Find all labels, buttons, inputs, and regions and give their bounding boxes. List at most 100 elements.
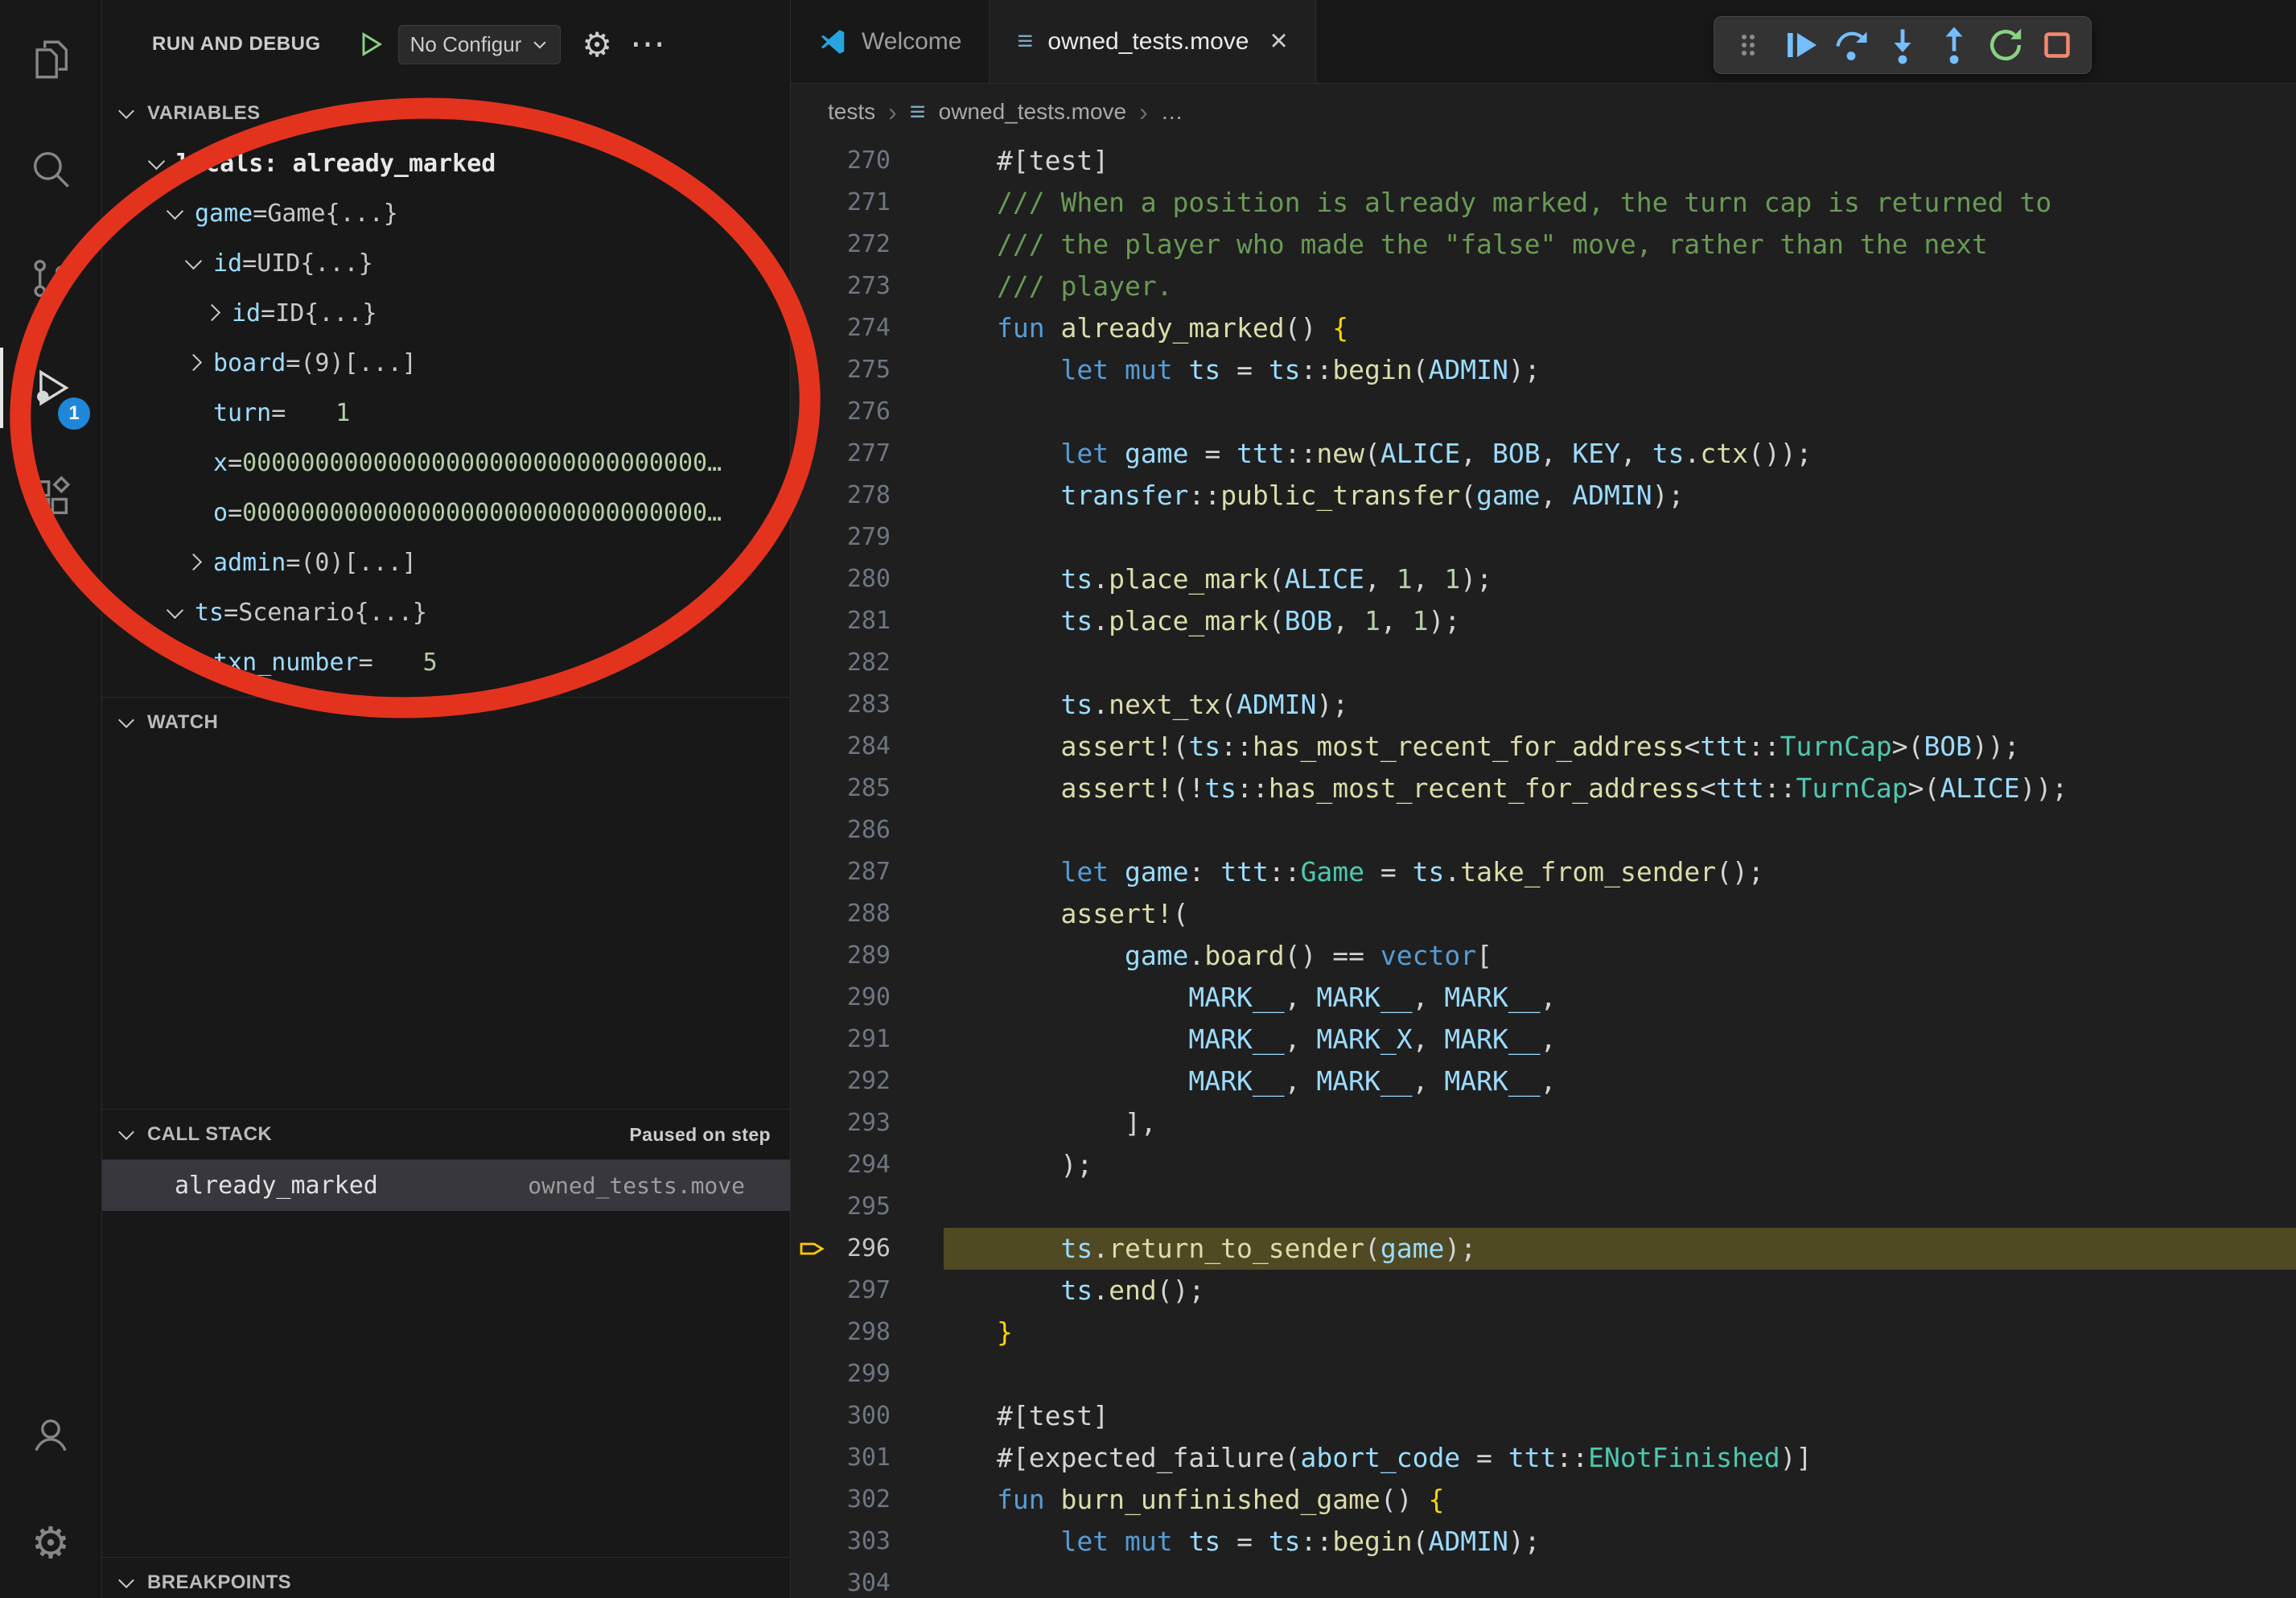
continue-button[interactable] [1777,23,1822,68]
line-number[interactable]: 271 [826,182,891,224]
variable-row[interactable]: turn = 1 [102,388,790,438]
code-text[interactable]: ts.end(); [944,1270,2296,1312]
chevron-down-icon[interactable] [159,595,195,630]
breakpoint-margin[interactable] [799,977,826,1019]
gutter[interactable]: 304 [791,1563,944,1598]
chevron-right-icon[interactable] [178,545,213,580]
breadcrumb-file[interactable]: owned_tests.move [939,99,1126,125]
code-text[interactable]: let game = ttt::new(ALICE, BOB, KEY, ts.… [944,433,2296,475]
breakpoint-margin[interactable] [799,558,826,600]
line-number[interactable]: 280 [826,558,891,600]
line-number[interactable]: 292 [826,1061,891,1102]
variable-row[interactable]: game = Game{...} [102,188,790,238]
line-number[interactable]: 291 [826,1019,891,1061]
gutter[interactable]: 289 [791,935,944,977]
breakpoint-margin[interactable] [799,768,826,809]
line-number[interactable]: 295 [826,1186,891,1228]
explorer-icon[interactable] [0,5,101,114]
breakpoint-margin[interactable] [799,1521,826,1563]
restart-button[interactable] [1983,23,2028,68]
chevron-right-icon[interactable] [178,345,213,381]
breakpoint-margin[interactable] [799,391,826,433]
source-control-icon[interactable] [0,224,101,333]
line-number[interactable]: 284 [826,726,891,768]
breakpoint-margin[interactable] [799,517,826,558]
chevron-down-icon[interactable] [141,146,176,181]
gutter[interactable]: 280 [791,558,944,600]
gutter[interactable]: 288 [791,893,944,935]
line-number[interactable]: 287 [826,851,891,893]
gutter[interactable]: 299 [791,1353,944,1395]
drag-handle-icon[interactable] [1726,23,1771,68]
breakpoint-margin[interactable] [799,600,826,642]
tab-owned-tests-move[interactable]: ≡ owned_tests.move × [990,0,1315,83]
code-text[interactable]: #[test] [944,1395,2296,1437]
gutter[interactable]: 271 [791,182,944,224]
breakpoint-margin[interactable] [799,1437,826,1479]
breadcrumb-more[interactable]: … [1161,99,1183,125]
watch-header[interactable]: WATCH [102,698,790,748]
code-text[interactable] [944,517,2296,558]
breakpoint-margin[interactable] [799,935,826,977]
line-number[interactable]: 278 [826,475,891,517]
code-text[interactable]: let mut ts = ts::begin(ADMIN); [944,1521,2296,1563]
code-text[interactable]: /// player. [944,266,2296,307]
code-text[interactable] [944,1353,2296,1395]
variables-header[interactable]: VARIABLES [102,89,790,138]
code-text[interactable]: let mut ts = ts::begin(ADMIN); [944,349,2296,391]
gutter[interactable]: 274 [791,307,944,349]
gutter[interactable]: 278 [791,475,944,517]
gutter[interactable]: 284 [791,726,944,768]
close-icon[interactable]: × [1269,24,1287,59]
code-text[interactable] [944,642,2296,684]
gutter[interactable]: 287 [791,851,944,893]
line-number[interactable]: 299 [826,1353,891,1395]
step-out-button[interactable] [1932,23,1977,68]
gutter[interactable]: 303 [791,1521,944,1563]
breakpoint-margin[interactable] [799,433,826,475]
step-into-button[interactable] [1880,23,1925,68]
line-number[interactable]: 294 [826,1144,891,1186]
gutter[interactable]: 290 [791,977,944,1019]
tab-welcome[interactable]: Welcome [791,0,990,83]
code-text[interactable]: #[expected_failure(abort_code = ttt::ENo… [944,1437,2296,1479]
breakpoint-margin[interactable] [799,349,826,391]
line-number[interactable]: 285 [826,768,891,809]
line-number[interactable]: 296 [826,1228,891,1270]
line-number[interactable]: 277 [826,433,891,475]
gutter[interactable]: 281 [791,600,944,642]
gear-icon[interactable]: ⚙ [582,25,612,64]
gutter[interactable]: 270 [791,140,944,182]
breakpoint-margin[interactable] [799,224,826,266]
breakpoint-margin[interactable] [799,140,826,182]
line-number[interactable]: 300 [826,1395,891,1437]
search-icon[interactable] [0,114,101,224]
line-number[interactable]: 288 [826,893,891,935]
code-text[interactable]: #[test] [944,140,2296,182]
variable-row[interactable]: id = UID{...} [102,238,790,288]
gutter[interactable]: 291 [791,1019,944,1061]
code-text[interactable]: ts.return_to_sender(game); [944,1228,2296,1270]
code-text[interactable]: fun burn_unfinished_game() { [944,1479,2296,1521]
breakpoint-margin[interactable] [799,1061,826,1102]
gutter[interactable]: 300 [791,1395,944,1437]
variable-row[interactable]: x = 00000000000000000000000000000000… [102,438,790,488]
code-text[interactable] [944,391,2296,433]
variable-row[interactable]: id = ID{...} [102,288,790,338]
breakpoint-margin[interactable] [799,1019,826,1061]
settings-gear-icon[interactable]: ⚙ [0,1489,101,1598]
chevron-down-icon[interactable] [178,245,213,281]
line-number[interactable]: 282 [826,642,891,684]
breakpoint-margin[interactable] [799,307,826,349]
code-text[interactable]: assert!(ts::has_most_recent_for_address<… [944,726,2296,768]
variable-row[interactable]: admin = (0)[...] [102,537,790,587]
gutter[interactable]: 275 [791,349,944,391]
gutter[interactable]: 301 [791,1437,944,1479]
code-text[interactable]: ts.place_mark(ALICE, 1, 1); [944,558,2296,600]
breakpoint-margin[interactable] [799,1563,826,1598]
code-text[interactable]: } [944,1312,2296,1353]
breakpoint-margin[interactable] [799,851,826,893]
line-number[interactable]: 298 [826,1312,891,1353]
code-text[interactable] [944,809,2296,851]
breakpoint-margin[interactable] [799,726,826,768]
